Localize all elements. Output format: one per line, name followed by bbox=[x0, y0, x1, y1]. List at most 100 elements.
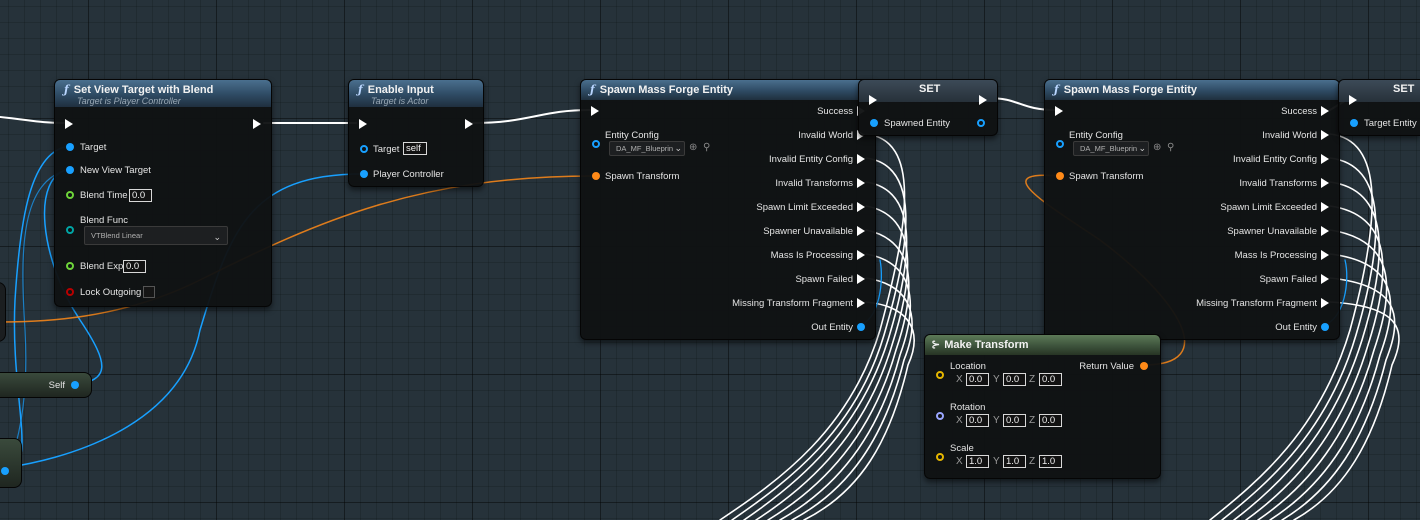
left-partial-node-bottom[interactable] bbox=[0, 438, 22, 488]
function-icon: ƒ bbox=[590, 83, 595, 96]
set-spawned-entity-node[interactable]: SET Spawned Entity bbox=[858, 79, 998, 136]
exec-out-mass-processing-pin[interactable] bbox=[857, 250, 865, 260]
lock-outgoing-checkbox[interactable] bbox=[143, 286, 155, 298]
blend-exp-pin[interactable] bbox=[66, 262, 74, 270]
spawned-entity-out-pin[interactable] bbox=[977, 119, 985, 127]
node-header[interactable]: ƒ Set View Target with Blend Target is Pl… bbox=[55, 80, 271, 107]
location-x-label: X bbox=[956, 374, 963, 385]
exec-out-invalid-transforms-pin[interactable] bbox=[857, 178, 865, 188]
scale-z-input[interactable]: 1.0 bbox=[1039, 455, 1062, 468]
self-node[interactable]: Self bbox=[0, 372, 92, 398]
rotation-z-input[interactable]: 0.0 bbox=[1039, 414, 1062, 427]
target-label: Target bbox=[373, 144, 400, 155]
self-output-pin[interactable] bbox=[71, 381, 79, 389]
entity-config-pin[interactable] bbox=[592, 140, 600, 148]
blend-time-pin[interactable] bbox=[66, 191, 74, 199]
blend-func-pin[interactable] bbox=[66, 226, 74, 234]
node-header[interactable]: SET bbox=[859, 80, 997, 102]
node-header[interactable]: ƒ Spawn Mass Forge Entity bbox=[581, 80, 875, 100]
return-value-pin[interactable] bbox=[1140, 362, 1148, 370]
node-header[interactable]: ƒ Enable Input Target is Actor bbox=[349, 80, 483, 107]
exec-out-spawn-failed-pin[interactable] bbox=[857, 274, 865, 284]
target-pin[interactable] bbox=[360, 145, 368, 153]
blend-time-input[interactable]: 0.0 bbox=[129, 189, 152, 202]
player-controller-pin[interactable] bbox=[360, 170, 368, 178]
exec-in-pin[interactable] bbox=[1349, 95, 1357, 105]
new-view-target-pin[interactable] bbox=[66, 166, 74, 174]
exec-out-spawn-limit-pin[interactable] bbox=[1321, 202, 1329, 212]
target-self-value[interactable]: self bbox=[403, 142, 427, 155]
out-entity-pin[interactable] bbox=[1321, 323, 1329, 331]
exec-out-invalid-entity-config-pin[interactable] bbox=[1321, 154, 1329, 164]
exec-in-pin[interactable] bbox=[65, 119, 73, 129]
exec-in-pin[interactable] bbox=[591, 106, 599, 116]
browse-asset-icon[interactable]: ⊕ bbox=[689, 142, 697, 153]
spawn-transform-pin[interactable] bbox=[592, 172, 600, 180]
rotation-x-label: X bbox=[956, 415, 963, 426]
scale-y-input[interactable]: 1.0 bbox=[1003, 455, 1026, 468]
set-view-target-node[interactable]: ƒ Set View Target with Blend Target is Pl… bbox=[54, 79, 272, 307]
exec-out-spawn-failed-pin[interactable] bbox=[1321, 274, 1329, 284]
blend-func-dropdown[interactable]: VTBlend Linear ⌄ bbox=[84, 226, 228, 245]
output-spawn-limit-label: Spawn Limit Exceeded bbox=[1220, 202, 1317, 213]
exec-out-pin[interactable] bbox=[979, 95, 987, 105]
left-output-pin[interactable] bbox=[1, 467, 9, 475]
out-entity-pin[interactable] bbox=[857, 323, 865, 331]
output-invalid-transforms-label: Invalid Transforms bbox=[1239, 178, 1317, 189]
spawned-entity-label: Spawned Entity bbox=[884, 118, 951, 129]
lock-outgoing-pin[interactable] bbox=[66, 288, 74, 296]
scale-x-input[interactable]: 1.0 bbox=[966, 455, 989, 468]
exec-out-spawn-limit-pin[interactable] bbox=[857, 202, 865, 212]
exec-out-invalid-transforms-pin[interactable] bbox=[1321, 178, 1329, 188]
function-icon: ƒ bbox=[64, 83, 69, 96]
left-partial-node-top[interactable] bbox=[0, 282, 6, 342]
output-success-label: Success bbox=[1281, 106, 1317, 117]
exec-out-spawner-unavailable-pin[interactable] bbox=[857, 226, 865, 236]
output-invalid-entity-config-label: Invalid Entity Config bbox=[769, 154, 853, 165]
output-invalid-world-label: Invalid World bbox=[1262, 130, 1317, 141]
target-entity-in-pin[interactable] bbox=[1350, 119, 1358, 127]
search-icon[interactable]: ⚲ bbox=[1167, 142, 1174, 153]
location-z-input[interactable]: 0.0 bbox=[1039, 373, 1062, 386]
chevron-down-icon: ⌄ bbox=[1138, 143, 1146, 153]
exec-out-pin[interactable] bbox=[253, 119, 261, 129]
node-header[interactable]: ⊱ Make Transform bbox=[925, 335, 1160, 355]
output-spawn-limit-label: Spawn Limit Exceeded bbox=[756, 202, 853, 213]
exec-out-spawner-unavailable-pin[interactable] bbox=[1321, 226, 1329, 236]
set-target-entity-node[interactable]: SET Target Entity bbox=[1338, 79, 1420, 136]
node-subtitle: Target is Player Controller bbox=[77, 96, 181, 106]
spawned-entity-in-pin[interactable] bbox=[870, 119, 878, 127]
exec-out-mass-processing-pin[interactable] bbox=[1321, 250, 1329, 260]
exec-out-missing-fragment-pin[interactable] bbox=[857, 298, 865, 308]
entity-config-dropdown[interactable]: DA_MF_Blueprin ⌄ bbox=[1073, 141, 1149, 156]
exec-in-pin[interactable] bbox=[869, 95, 877, 105]
exec-out-invalid-world-pin[interactable] bbox=[1321, 130, 1329, 140]
browse-asset-icon[interactable]: ⊕ bbox=[1153, 142, 1161, 153]
target-pin[interactable] bbox=[66, 143, 74, 151]
location-y-input[interactable]: 0.0 bbox=[1003, 373, 1026, 386]
search-icon[interactable]: ⚲ bbox=[703, 142, 710, 153]
make-transform-node[interactable]: ⊱ Make Transform Return Value Location X … bbox=[924, 334, 1161, 479]
spawn-mass-forge-entity-node-2[interactable]: ƒ Spawn Mass Forge Entity Entity Config D… bbox=[1044, 79, 1340, 340]
scale-pin[interactable] bbox=[936, 453, 944, 461]
rotation-y-input[interactable]: 0.0 bbox=[1003, 414, 1026, 427]
exec-in-pin[interactable] bbox=[359, 119, 367, 129]
exec-in-pin[interactable] bbox=[1055, 106, 1063, 116]
location-pin[interactable] bbox=[936, 371, 944, 379]
location-x-input[interactable]: 0.0 bbox=[966, 373, 989, 386]
node-header[interactable]: ƒ Spawn Mass Forge Entity bbox=[1045, 80, 1339, 100]
node-title: Spawn Mass Forge Entity bbox=[1063, 84, 1197, 96]
spawn-transform-pin[interactable] bbox=[1056, 172, 1064, 180]
exec-out-missing-fragment-pin[interactable] bbox=[1321, 298, 1329, 308]
exec-out-invalid-entity-config-pin[interactable] bbox=[857, 154, 865, 164]
enable-input-node[interactable]: ƒ Enable Input Target is Actor Target sel… bbox=[348, 79, 484, 187]
entity-config-pin[interactable] bbox=[1056, 140, 1064, 148]
rotation-pin[interactable] bbox=[936, 412, 944, 420]
rotation-x-input[interactable]: 0.0 bbox=[966, 414, 989, 427]
exec-out-pin[interactable] bbox=[465, 119, 473, 129]
spawn-mass-forge-entity-node-1[interactable]: ƒ Spawn Mass Forge Entity Entity Config D… bbox=[580, 79, 876, 340]
return-value-label: Return Value bbox=[1079, 361, 1134, 372]
entity-config-dropdown[interactable]: DA_MF_Blueprin ⌄ bbox=[609, 141, 685, 156]
exec-out-success-pin[interactable] bbox=[1321, 106, 1329, 116]
blend-exp-input[interactable]: 0.0 bbox=[123, 260, 146, 273]
